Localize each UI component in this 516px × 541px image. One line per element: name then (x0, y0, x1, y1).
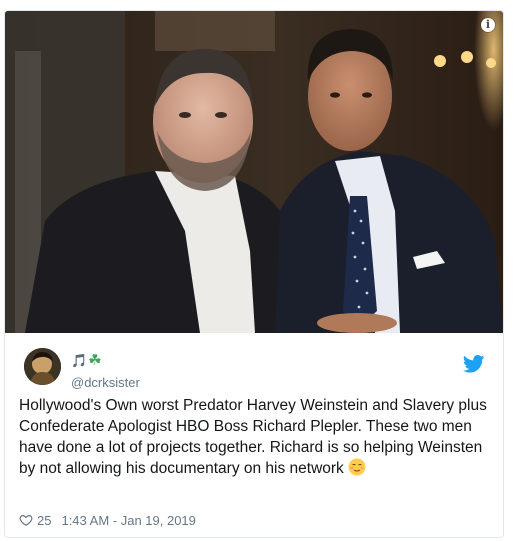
tweet-footer: 25 1:43 AM - Jan 19, 2019 (19, 511, 196, 529)
tweet-header: 🎵☘ @dcrksister (5, 333, 503, 397)
display-name-prefix: 🎵 (71, 353, 88, 368)
avatar[interactable] (24, 348, 61, 385)
like-count[interactable]: 25 (37, 513, 51, 528)
twitter-bird-icon[interactable] (463, 355, 485, 373)
timestamp[interactable]: 1:43 AM - Jan 19, 2019 (61, 513, 195, 528)
display-name[interactable]: 🎵☘ (71, 353, 102, 369)
user-handle[interactable]: @dcrksister (71, 375, 140, 391)
info-icon[interactable]: i (481, 18, 495, 32)
shamrock-icon: ☘ (88, 352, 102, 369)
heart-outline-icon[interactable] (19, 513, 33, 527)
tweet-text: Hollywood's Own worst Predator Harvey We… (19, 395, 489, 479)
tweet-text-body: Hollywood's Own worst Predator Harvey We… (19, 397, 487, 477)
tweet-photo[interactable]: i (5, 11, 503, 333)
relieved-face-emoji (348, 458, 366, 476)
